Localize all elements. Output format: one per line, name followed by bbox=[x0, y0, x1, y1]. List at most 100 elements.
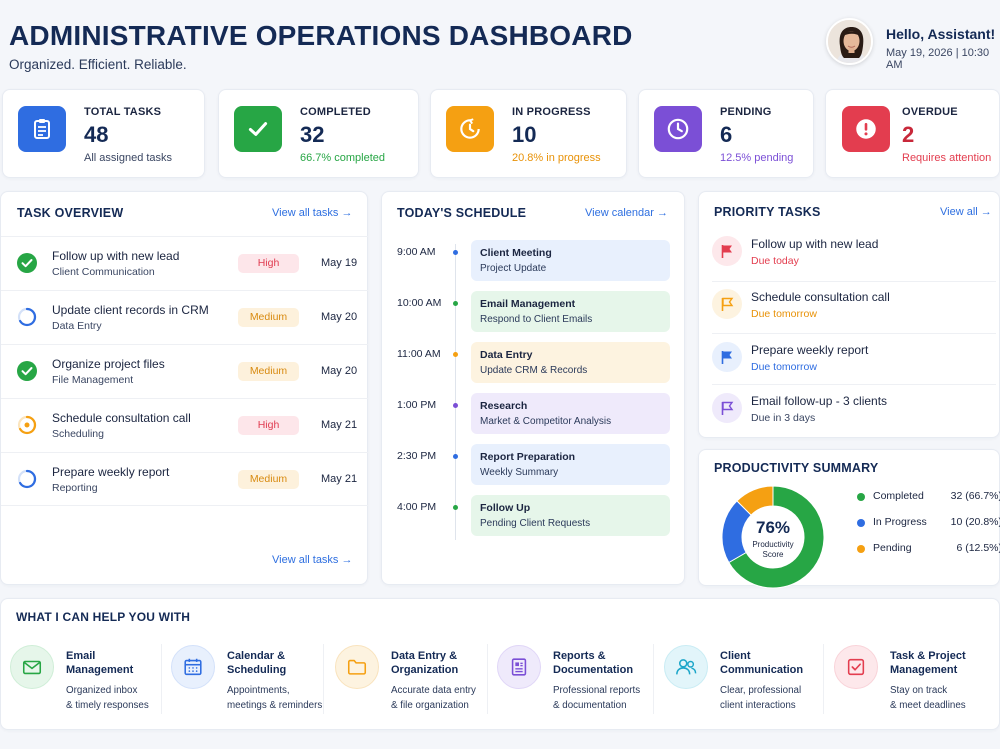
schedule-event[interactable]: Report Preparation Weekly Summary bbox=[471, 444, 670, 485]
stat-value: 32 bbox=[300, 122, 325, 147]
priority-badge: Medium bbox=[238, 308, 299, 327]
priority-badge: High bbox=[238, 416, 299, 435]
event-subtitle: Project Update bbox=[480, 263, 547, 274]
stat-value: 48 bbox=[84, 122, 109, 147]
view-calendar-link[interactable]: View calendar → bbox=[585, 207, 668, 219]
schedule-event[interactable]: Email Management Respond to Client Email… bbox=[471, 291, 670, 332]
list-item[interactable]: Schedule consultation call Due tomorrow bbox=[699, 287, 1000, 339]
table-row[interactable]: Update client records in CRM Data Entry … bbox=[1, 290, 368, 344]
stat-label: IN PROGRESS bbox=[512, 106, 591, 118]
calendar-icon bbox=[171, 645, 215, 689]
stat-subtext: 20.8% in progress bbox=[512, 152, 601, 164]
event-subtitle: Weekly Summary bbox=[480, 467, 559, 478]
event-title: Report Preparation bbox=[480, 451, 576, 463]
divider bbox=[323, 644, 324, 714]
divider bbox=[712, 384, 996, 385]
help-item-calendar[interactable]: Calendar & Scheduling Appointments, meetin… bbox=[171, 645, 322, 715]
timeline-dot bbox=[453, 505, 458, 510]
schedule-event[interactable]: Client Meeting Project Update bbox=[471, 240, 670, 281]
task-date: May 21 bbox=[321, 473, 358, 485]
task-date: May 21 bbox=[321, 419, 358, 431]
folder-icon bbox=[335, 645, 379, 689]
dashboard-header: ADMINISTRATIVE OPERATIONS DASHBOARD Orga… bbox=[0, 0, 1000, 84]
legend-dot bbox=[857, 493, 865, 501]
mail-icon bbox=[10, 645, 54, 689]
help-title: Calendar & Scheduling bbox=[227, 650, 287, 676]
task-category: File Management bbox=[52, 374, 134, 386]
view-all-tasks-footer-link[interactable]: View all tasks → bbox=[272, 554, 353, 566]
help-desc: Professional reports & documentation bbox=[553, 685, 641, 711]
clipboard-icon bbox=[18, 106, 66, 152]
alert-icon bbox=[842, 106, 890, 152]
priority-due: Due in 3 days bbox=[751, 412, 816, 424]
stat-card-overdue[interactable]: OVERDUE 2 Requires attention bbox=[825, 89, 1000, 178]
help-item-data-entry[interactable]: Data Entry & Organization Accurate data e… bbox=[335, 645, 485, 715]
timeline-dot bbox=[453, 403, 458, 408]
table-row[interactable]: Prepare weekly report Reporting Medium M… bbox=[1, 452, 368, 506]
productivity-score-label: Productivity Score bbox=[721, 540, 825, 560]
stat-label: COMPLETED bbox=[300, 106, 371, 118]
legend-item: Pending 6 (12.5%) bbox=[857, 542, 1000, 556]
schedule-event[interactable]: Follow Up Pending Client Requests bbox=[471, 495, 670, 536]
table-row[interactable]: Organize project files File Management M… bbox=[1, 344, 368, 398]
schedule-time: 9:00 AM bbox=[397, 246, 436, 258]
list-item[interactable]: Follow up with new lead Due today bbox=[699, 234, 1000, 286]
stat-card-completed[interactable]: COMPLETED 32 66.7% completed bbox=[218, 89, 419, 178]
event-title: Research bbox=[480, 400, 528, 412]
page-subtitle: Organized. Efficient. Reliable. bbox=[9, 57, 187, 72]
priority-task-name: Schedule consultation call bbox=[751, 290, 890, 304]
task-category: Data Entry bbox=[52, 320, 102, 332]
help-item-email[interactable]: Email Management Organized inbox & timely … bbox=[10, 645, 160, 715]
legend-label: Pending bbox=[873, 542, 912, 554]
schedule-event[interactable]: Data Entry Update CRM & Records bbox=[471, 342, 670, 383]
view-all-priority-link[interactable]: View all → bbox=[940, 206, 992, 218]
help-title: Task & Project Management bbox=[890, 650, 966, 676]
stat-card-pending[interactable]: PENDING 6 12.5% pending bbox=[638, 89, 814, 178]
schedule-time: 4:00 PM bbox=[397, 501, 437, 513]
legend-item: Completed 32 (66.7%) bbox=[857, 490, 1000, 504]
stat-value: 6 bbox=[720, 122, 733, 147]
help-item-reports[interactable]: Reports & Documentation Professional repo… bbox=[497, 645, 647, 715]
legend-value: 6 (12.5%) bbox=[956, 542, 1000, 554]
divider bbox=[487, 644, 488, 714]
priority-due: Due tomorrow bbox=[751, 308, 817, 320]
help-desc: Stay on track & meet deadlines bbox=[890, 685, 966, 711]
event-title: Email Management bbox=[480, 298, 576, 310]
help-title: Email Management bbox=[66, 650, 134, 676]
timeline-dot bbox=[453, 301, 458, 306]
priority-badge: Medium bbox=[238, 362, 299, 381]
priority-task-name: Email follow-up - 3 clients bbox=[751, 394, 888, 408]
section-title: PRODUCTIVITY SUMMARY bbox=[714, 461, 879, 475]
task-progress-icon bbox=[17, 307, 37, 327]
stat-card-total-tasks[interactable]: TOTAL TASKS 48 All assigned tasks bbox=[2, 89, 205, 178]
clock-icon bbox=[654, 106, 702, 152]
event-subtitle: Update CRM & Records bbox=[480, 365, 588, 376]
avatar[interactable] bbox=[826, 18, 873, 65]
divider bbox=[823, 644, 824, 714]
legend-value: 10 (20.8%) bbox=[950, 516, 1000, 528]
help-item-client-communication[interactable]: Client Communication Clear, professional c… bbox=[664, 645, 814, 715]
score-label-line: Score bbox=[762, 550, 784, 559]
event-subtitle: Pending Client Requests bbox=[480, 518, 591, 529]
legend-label: Completed bbox=[873, 490, 924, 502]
table-row[interactable]: Schedule consultation call Scheduling Hi… bbox=[1, 398, 368, 452]
stat-subtext: 12.5% pending bbox=[720, 152, 794, 164]
help-item-task-management[interactable]: Task & Project Management Stay on track & … bbox=[834, 645, 984, 715]
task-name: Follow up with new lead bbox=[52, 249, 180, 263]
section-title: TODAY'S SCHEDULE bbox=[397, 206, 527, 220]
priority-due: Due today bbox=[751, 255, 799, 267]
table-row[interactable]: Follow up with new lead Client Communica… bbox=[1, 236, 368, 290]
help-desc: Accurate data entry & file organization bbox=[391, 685, 476, 711]
schedule-event[interactable]: Research Market & Competitor Analysis bbox=[471, 393, 670, 434]
task-name: Schedule consultation call bbox=[52, 411, 191, 425]
priority-task-name: Follow up with new lead bbox=[751, 237, 879, 251]
list-item[interactable]: Email follow-up - 3 clients Due in 3 day… bbox=[699, 391, 1000, 443]
timeline-dot bbox=[453, 352, 458, 357]
stat-card-in-progress[interactable]: IN PROGRESS 10 20.8% in progress bbox=[430, 89, 627, 178]
priority-badge: Medium bbox=[238, 470, 299, 489]
flag-icon bbox=[712, 289, 742, 319]
task-name: Update client records in CRM bbox=[52, 303, 209, 317]
legend-value: 32 (66.7%) bbox=[950, 490, 1000, 502]
view-all-tasks-link[interactable]: View all tasks → bbox=[272, 207, 353, 219]
task-done-icon bbox=[17, 361, 37, 381]
